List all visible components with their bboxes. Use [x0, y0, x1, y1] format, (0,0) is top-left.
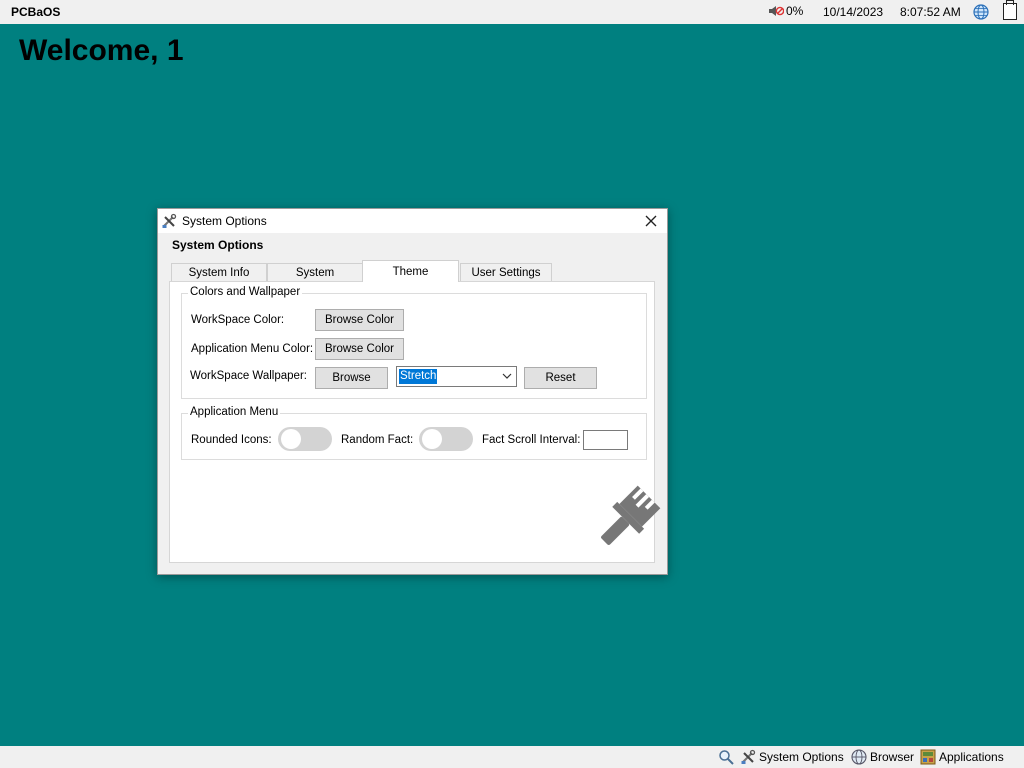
- date-display: 10/14/2023: [823, 5, 884, 19]
- close-button[interactable]: [641, 211, 661, 231]
- window-title: System Options: [182, 214, 267, 228]
- system-options-window: System Options System Options System Inf…: [157, 208, 668, 575]
- window-titlebar[interactable]: System Options: [158, 209, 667, 233]
- tab-theme[interactable]: Theme: [362, 260, 459, 282]
- welcome-text: Welcome, 1: [19, 34, 184, 67]
- theme-tab-panel: Colors and Wallpaper WorkSpace Color: Br…: [169, 281, 661, 563]
- applications-icon: [920, 749, 936, 765]
- wallpaper-browse-button[interactable]: Browse: [315, 367, 388, 389]
- group-title: Colors and Wallpaper: [188, 286, 303, 298]
- taskbar: System Options Browser Applications: [0, 746, 1024, 768]
- rounded-icons-label: Rounded Icons:: [191, 434, 272, 446]
- app-menu-color-browse-button[interactable]: Browse Color: [315, 338, 404, 360]
- random-fact-toggle[interactable]: [419, 427, 473, 451]
- clock-display: 8:07:52 AM: [900, 5, 961, 19]
- speaker-muted-icon: [769, 6, 784, 16]
- search-icon[interactable]: [718, 749, 734, 765]
- tools-icon: [741, 749, 756, 764]
- taskbar-item-label: Applications: [939, 750, 1004, 764]
- wallpaper-mode-value: Stretch: [399, 369, 438, 384]
- tab-system[interactable]: System: [267, 263, 363, 282]
- chevron-down-icon: [502, 373, 512, 379]
- globe-icon[interactable]: [973, 4, 989, 20]
- fact-scroll-interval-input[interactable]: [583, 430, 628, 450]
- top-bar: PCBaOS 0% 10/14/2023 8:07:52 AM: [0, 0, 1024, 24]
- paintbrush-icon: [601, 485, 661, 545]
- fact-scroll-interval-label: Fact Scroll Interval:: [482, 434, 581, 446]
- tab-system-info[interactable]: System Info: [171, 263, 267, 282]
- tab-user-settings[interactable]: User Settings: [460, 263, 552, 282]
- taskbar-item-system-options[interactable]: System Options: [740, 749, 844, 765]
- wallpaper-label: WorkSpace Wallpaper:: [190, 370, 307, 382]
- close-icon: [645, 215, 657, 227]
- exit-icon[interactable]: [1003, 0, 1017, 20]
- window-heading: System Options: [172, 238, 264, 252]
- wallpaper-mode-select[interactable]: Stretch: [396, 366, 517, 387]
- volume-level: 0%: [786, 4, 804, 18]
- colors-wallpaper-group: Colors and Wallpaper WorkSpace Color: Br…: [181, 286, 647, 399]
- app-menu-color-label: Application Menu Color:: [191, 343, 314, 355]
- toggle-knob: [422, 429, 442, 449]
- taskbar-item-label: System Options: [759, 750, 844, 764]
- globe-icon: [851, 749, 867, 765]
- taskbar-item-label: Browser: [870, 750, 915, 764]
- taskbar-item-browser[interactable]: Browser: [851, 749, 914, 765]
- taskbar-item-applications[interactable]: Applications: [920, 749, 1004, 765]
- tools-icon: [162, 213, 177, 228]
- toggle-knob: [281, 429, 301, 449]
- workspace-color-browse-button[interactable]: Browse Color: [315, 309, 404, 331]
- random-fact-label: Random Fact:: [341, 434, 414, 446]
- workspace-color-label: WorkSpace Color:: [191, 314, 285, 326]
- os-brand: PCBaOS: [11, 5, 61, 19]
- application-menu-group: Application Menu Rounded Icons: Random F…: [181, 406, 647, 460]
- rounded-icons-toggle[interactable]: [278, 427, 332, 451]
- group-title: Application Menu: [188, 406, 281, 418]
- volume-indicator[interactable]: 0%: [768, 4, 803, 18]
- wallpaper-reset-button[interactable]: Reset: [524, 367, 597, 389]
